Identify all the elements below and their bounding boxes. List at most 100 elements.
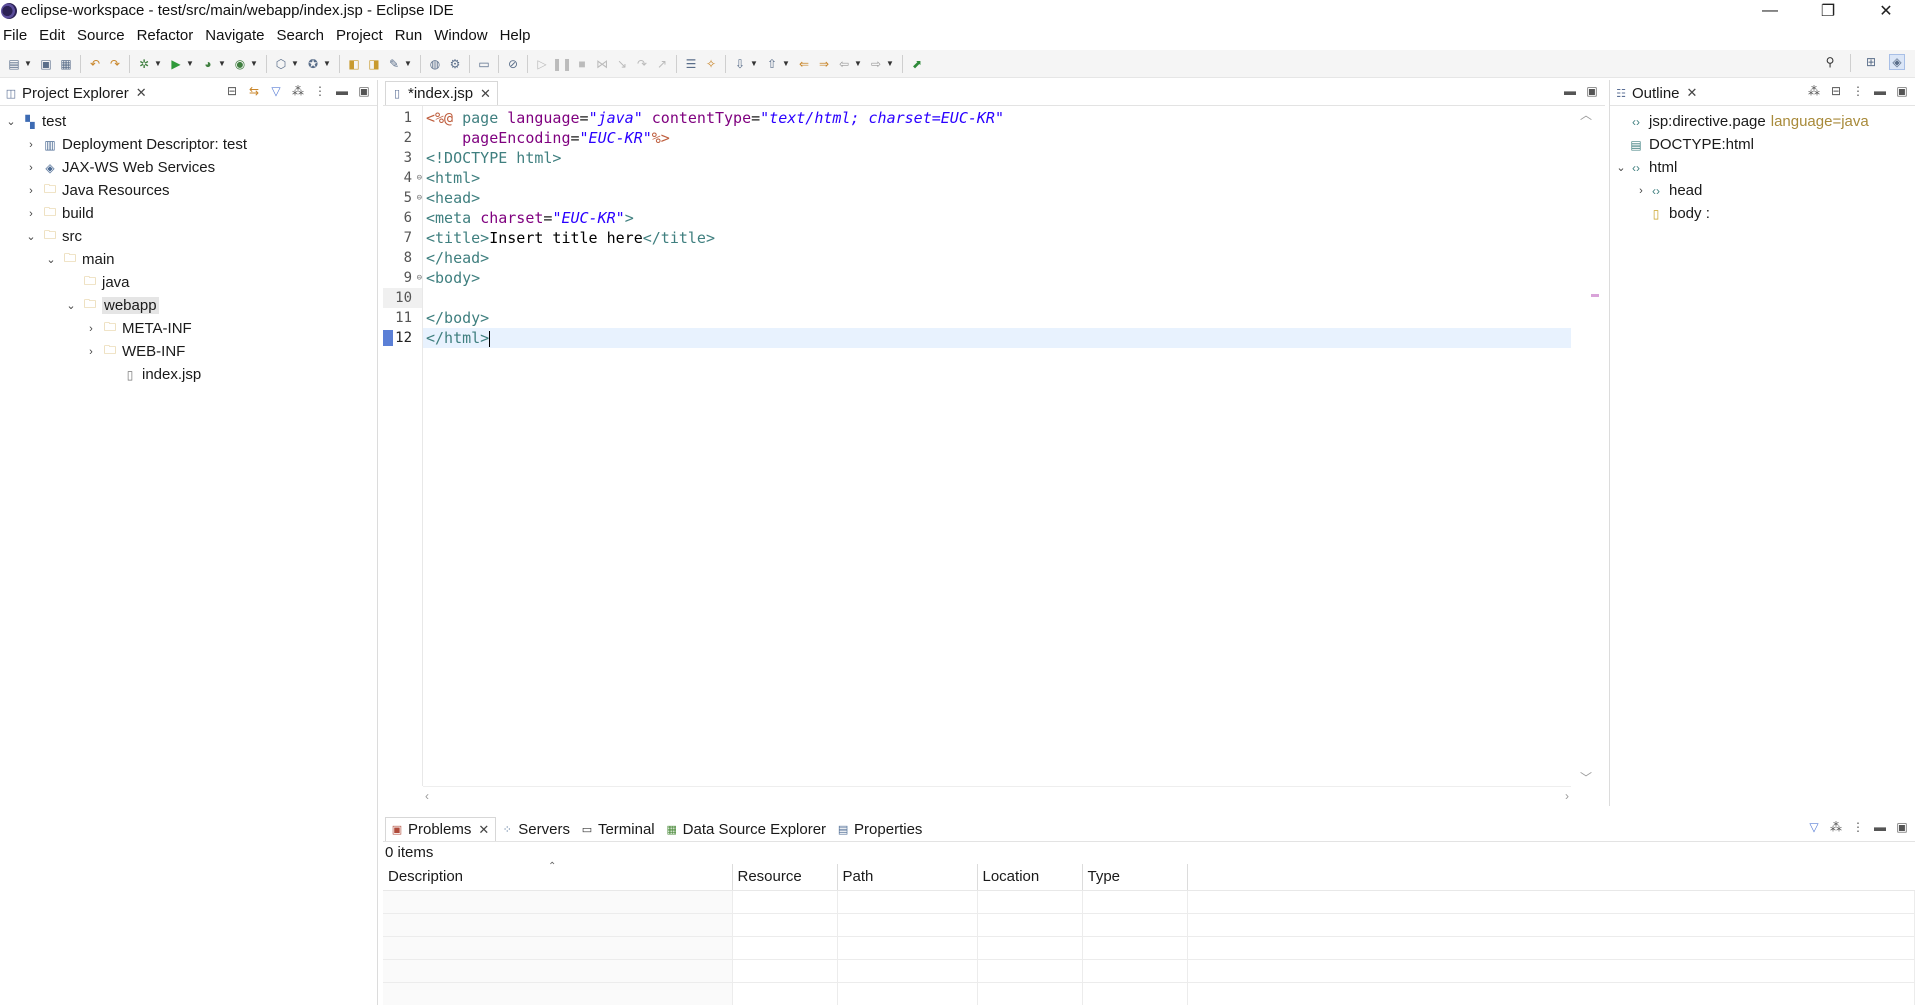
new-server-dropdown-icon[interactable]: ▼	[291, 59, 299, 68]
maximize-icon[interactable]: ▣	[1895, 820, 1909, 834]
code-line[interactable]: </body>	[423, 308, 1571, 328]
next-annotation-dropdown-icon[interactable]: ▼	[750, 59, 758, 68]
previous-annotation-icon[interactable]: ⇧	[764, 56, 780, 72]
code-line[interactable]: pageEncoding="EUC-KR"%>	[423, 128, 1571, 148]
minimize-button[interactable]: —	[1741, 0, 1799, 21]
skip-breakpoints-icon[interactable]: ⊘	[505, 56, 521, 72]
close-icon[interactable]: ✕	[478, 822, 489, 838]
link-with-editor-icon[interactable]: ⇆	[247, 84, 261, 98]
collapse-all-icon[interactable]: ⊟	[1829, 84, 1843, 98]
chevron-down-icon[interactable]: ⌄	[44, 253, 58, 266]
globe-icon[interactable]: ◍	[427, 56, 443, 72]
close-icon[interactable]: ✕	[1687, 85, 1698, 101]
menu-navigate[interactable]: Navigate	[202, 27, 271, 44]
outline-item-html[interactable]: ⌄ ‹› html	[1610, 156, 1915, 179]
web-services-icon[interactable]: ⚙	[447, 56, 463, 72]
new-server-icon[interactable]: ⬡	[273, 56, 289, 72]
filter-icon[interactable]: ▽	[1807, 820, 1821, 834]
new-wizard-icon[interactable]: ✪	[305, 56, 321, 72]
tab-servers[interactable]: ⁘ Servers	[496, 817, 576, 841]
menu-window[interactable]: Window	[431, 27, 494, 44]
overview-ruler-marker[interactable]	[1591, 294, 1599, 297]
previous-annotation-dropdown-icon[interactable]: ▼	[782, 59, 790, 68]
maximize-icon[interactable]: ▣	[357, 84, 371, 98]
maximize-icon[interactable]: ▣	[1895, 84, 1909, 98]
toggle-mark-occurrences-icon[interactable]: ✧	[703, 56, 719, 72]
menu-run[interactable]: Run	[392, 27, 430, 44]
minimize-icon[interactable]: ▬	[335, 84, 349, 98]
column-header-location[interactable]: Location	[977, 864, 1083, 891]
new-wizard-dropdown-icon[interactable]: ▼	[323, 59, 331, 68]
tree-item-build[interactable]: › 🗀 build	[0, 202, 377, 225]
fold-toggle-icon[interactable]: ⊖	[417, 168, 422, 188]
horizontal-scrollbar[interactable]: ‹ ›	[423, 786, 1571, 806]
tab-outline[interactable]: ☷ Outline ✕	[1610, 81, 1703, 105]
minimize-icon[interactable]: ▬	[1563, 84, 1577, 98]
view-menu-icon[interactable]: ⋮	[1851, 820, 1865, 834]
save-all-icon[interactable]: ▦	[58, 56, 74, 72]
tab-terminal[interactable]: ▭ Terminal	[576, 817, 661, 841]
tree-item-web-inf[interactable]: › 🗀 WEB-INF	[0, 340, 377, 363]
search-tool-icon[interactable]: ✎	[386, 56, 402, 72]
scroll-right-icon[interactable]: ›	[1565, 789, 1569, 803]
coverage-icon[interactable]: ◕	[200, 56, 216, 72]
minimize-icon[interactable]: ▬	[1873, 820, 1887, 834]
focus-icon[interactable]: ⁂	[1807, 84, 1821, 98]
outline-item-head[interactable]: › ‹› head	[1610, 179, 1915, 202]
pin-editor-icon[interactable]: ⬈	[909, 56, 925, 72]
chevron-right-icon[interactable]: ›	[1634, 185, 1648, 197]
tab-index-jsp[interactable]: ▯ *index.jsp ✕	[385, 81, 498, 105]
chevron-right-icon[interactable]: ›	[24, 139, 38, 151]
open-type-icon[interactable]: ◧	[346, 56, 362, 72]
code-line[interactable]: <meta charset="EUC-KR">	[423, 208, 1571, 228]
scroll-left-icon[interactable]: ‹	[425, 789, 429, 803]
chevron-down-icon[interactable]: ⌄	[64, 299, 78, 312]
chevron-down-icon[interactable]: ⌄	[1614, 161, 1628, 174]
show-whitespace-icon[interactable]: ☰	[683, 56, 699, 72]
forward-edit-icon[interactable]: ⇒	[816, 56, 832, 72]
new-icon[interactable]: ▤	[6, 56, 22, 72]
run-icon[interactable]: ▶	[168, 56, 184, 72]
menu-search[interactable]: Search	[273, 27, 331, 44]
last-edit-location-icon[interactable]: ⇐	[796, 56, 812, 72]
external-tools-dropdown-icon[interactable]: ▼	[250, 59, 258, 68]
chevron-right-icon[interactable]: ›	[84, 323, 98, 335]
code-line[interactable]: </head>	[423, 248, 1571, 268]
tree-item-java-resources[interactable]: › 🗀 Java Resources	[0, 179, 377, 202]
close-icon[interactable]: ✕	[480, 86, 491, 102]
tab-properties[interactable]: ▤ Properties	[832, 817, 928, 841]
collapse-all-icon[interactable]: ⊟	[225, 84, 239, 98]
code-line[interactable]: <%@ page language="java" contentType="te…	[423, 108, 1571, 128]
menu-project[interactable]: Project	[333, 27, 390, 44]
back-icon[interactable]: ⇦	[836, 56, 852, 72]
tree-item-webapp[interactable]: ⌄ 🗀 webapp	[0, 294, 377, 317]
maximize-icon[interactable]: ▣	[1585, 84, 1599, 98]
tab-project-explorer[interactable]: ◫ Project Explorer ✕	[0, 81, 153, 105]
back-dropdown-icon[interactable]: ▼	[854, 59, 862, 68]
column-header-path[interactable]: Path	[837, 864, 978, 891]
focus-icon[interactable]: ⁂	[291, 84, 305, 98]
fold-toggle-icon[interactable]: ⊖	[417, 268, 422, 288]
menu-file[interactable]: File	[0, 27, 34, 44]
tree-item-java[interactable]: 🗀 java	[0, 271, 377, 294]
chevron-down-icon[interactable]: ⌄	[24, 230, 38, 243]
forward-icon[interactable]: ⇨	[868, 56, 884, 72]
code-line[interactable]: <html>	[423, 168, 1571, 188]
run-dropdown-icon[interactable]: ▼	[186, 59, 194, 68]
save-icon[interactable]: ▣	[38, 56, 54, 72]
column-header-description[interactable]: Description ⌃	[383, 861, 733, 891]
tree-item-meta-inf[interactable]: › 🗀 META-INF	[0, 317, 377, 340]
debug-dropdown-icon[interactable]: ▼	[154, 59, 162, 68]
tree-item-deployment-descriptor-test[interactable]: › ▥ Deployment Descriptor: test	[0, 133, 377, 156]
view-menu-icon[interactable]: ⋮	[313, 84, 327, 98]
vertical-scrollbar[interactable]: ︿ ﹀	[1571, 106, 1605, 786]
restore-button[interactable]: ❐	[1799, 0, 1857, 21]
minimize-icon[interactable]: ▬	[1873, 84, 1887, 98]
tree-item-jax-ws-web-services[interactable]: › ◈ JAX-WS Web Services	[0, 156, 377, 179]
outline-item-jsp-directive-page[interactable]: ‹› jsp:directive.page language=java	[1610, 110, 1915, 133]
chevron-down-icon[interactable]: ⌄	[4, 115, 18, 128]
tab-problems[interactable]: ▣ Problems ✕	[385, 817, 497, 841]
code-line[interactable]: </html>	[423, 328, 1571, 348]
undo-icon[interactable]: ↶	[87, 56, 103, 72]
search-icon[interactable]: ⚲	[1822, 54, 1838, 70]
